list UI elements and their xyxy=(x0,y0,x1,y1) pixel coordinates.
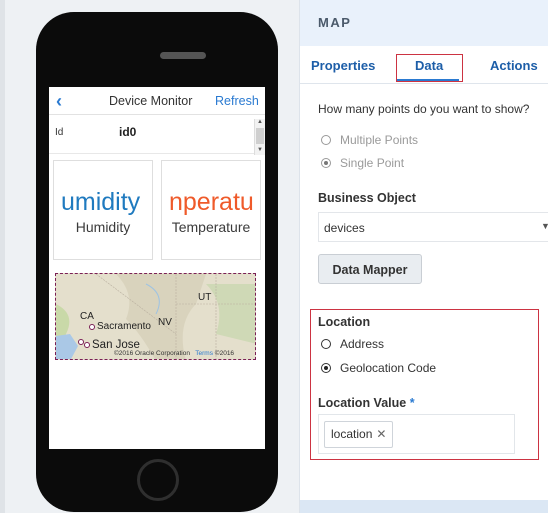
map-pin[interactable] xyxy=(89,324,95,330)
phone-speaker xyxy=(160,52,206,59)
app-header: ‹ Device Monitor Refresh xyxy=(49,87,265,115)
close-icon[interactable]: ✕ xyxy=(376,427,386,441)
scroll-up-icon[interactable]: ▲ xyxy=(257,119,263,125)
refresh-button[interactable]: Refresh xyxy=(215,94,259,108)
multiple-points-radio[interactable] xyxy=(321,135,331,145)
panel-header: MAP xyxy=(300,0,548,46)
scroll-thumb[interactable] xyxy=(256,128,264,144)
humidity-label: Humidity xyxy=(75,219,131,235)
tab-properties[interactable]: Properties xyxy=(311,58,375,73)
address-label[interactable]: Address xyxy=(340,337,384,351)
id-label: Id xyxy=(55,127,64,138)
humidity-tile[interactable]: umidity Humidity xyxy=(53,160,153,260)
properties-panel: MAP Properties Data Actions How many poi… xyxy=(299,0,548,513)
business-object-select[interactable]: devices ▼ xyxy=(318,212,548,242)
data-mapper-button[interactable]: Data Mapper xyxy=(318,254,422,284)
temperature-label: Temperature xyxy=(171,219,251,235)
app-title: Device Monitor xyxy=(109,94,193,108)
location-label: Location xyxy=(318,315,371,329)
map-pin[interactable] xyxy=(84,342,90,348)
left-strip xyxy=(0,0,5,513)
geolocation-code-label[interactable]: Geolocation Code xyxy=(340,361,436,375)
map-label-nv: NV xyxy=(158,317,172,328)
location-value-field[interactable]: location ✕ xyxy=(318,414,515,454)
tab-data-highlight xyxy=(396,54,463,82)
back-chevron-icon[interactable]: ‹ xyxy=(56,90,62,112)
map-component[interactable]: CA Sacramento NV UT San Jose ©2016 Oracl… xyxy=(55,273,256,360)
required-marker: * xyxy=(409,396,415,410)
scroll-down-icon[interactable]: ▼ xyxy=(257,147,263,153)
map-label-ca: CA xyxy=(80,311,94,322)
business-object-label: Business Object xyxy=(318,191,416,205)
tab-actions[interactable]: Actions xyxy=(490,58,538,73)
design-canvas: ‹ Device Monitor Refresh Id id0 ▲ ▼ umid… xyxy=(0,0,300,513)
map-copyright: ©2016 Oracle Corporation Terms ©2016 xyxy=(114,350,235,357)
location-value-label: Location Value * xyxy=(318,396,415,410)
humidity-big-text: umidity xyxy=(61,188,141,216)
geolocation-code-radio[interactable] xyxy=(321,363,331,373)
chevron-down-icon[interactable]: ▼ xyxy=(541,221,548,231)
map-terms-link[interactable]: Terms xyxy=(195,350,213,357)
multiple-points-label[interactable]: Multiple Points xyxy=(340,133,418,147)
location-chip-label: location xyxy=(331,427,373,441)
map-label-ut: UT xyxy=(198,292,212,303)
temperature-big-text: nperatu xyxy=(169,188,254,216)
id-field-row[interactable]: Id id0 ▲ ▼ xyxy=(49,116,265,155)
phone-screen: ‹ Device Monitor Refresh Id id0 ▲ ▼ umid… xyxy=(49,87,265,449)
business-object-value: devices xyxy=(324,221,365,235)
address-radio[interactable] xyxy=(321,339,331,349)
id-scrollbar[interactable]: ▲ ▼ xyxy=(254,119,265,155)
points-question: How many points do you want to show? xyxy=(318,102,530,116)
single-point-radio[interactable] xyxy=(321,158,331,168)
data-mapper-label: Data Mapper xyxy=(332,263,408,277)
panel-tabs: Properties Data Actions xyxy=(300,46,548,84)
panel-title: MAP xyxy=(318,15,352,30)
id-value: id0 xyxy=(119,125,137,139)
single-point-label[interactable]: Single Point xyxy=(340,156,404,170)
panel-footer xyxy=(300,500,548,513)
map-label-sacramento: Sacramento xyxy=(97,321,151,332)
phone-home-button xyxy=(137,459,179,501)
location-chip[interactable]: location ✕ xyxy=(324,421,394,448)
temperature-tile[interactable]: nperatu Temperature xyxy=(161,160,261,260)
app-root: ‹ Device Monitor Refresh Id id0 ▲ ▼ umid… xyxy=(0,0,548,513)
